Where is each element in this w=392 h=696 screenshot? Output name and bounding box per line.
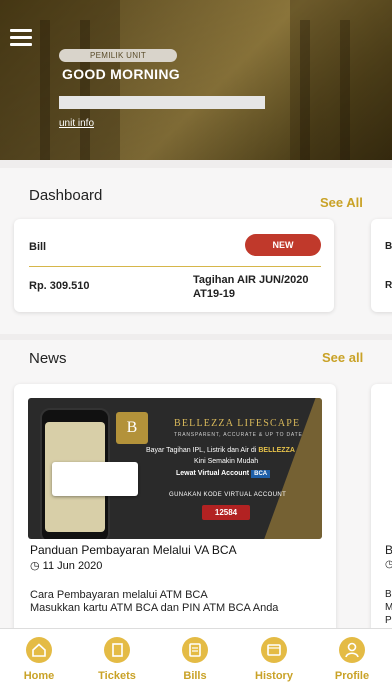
history-icon	[261, 637, 287, 663]
app-root: PEMILIK UNIT GOOD MORNING unit info Dash…	[0, 0, 392, 696]
owner-badge: PEMILIK UNIT	[59, 49, 177, 62]
excerpt-line-2: Masukkan kartu ATM BCA dan PIN ATM BCA A…	[30, 602, 279, 614]
bill-card-peek[interactable]: B R	[371, 219, 392, 312]
nav-home[interactable]: Home	[9, 637, 69, 682]
profile-icon	[339, 637, 365, 663]
mini-bill-card	[52, 462, 138, 496]
image-line-1-prefix: Bayar Tagihan IPL, Listrik dan Air di	[146, 447, 257, 454]
virtual-account-code: 12584	[202, 505, 250, 520]
peek-line-3: P	[385, 615, 392, 626]
image-line-1-brand: BELLEZZA	[258, 447, 295, 454]
peek-label: B	[385, 241, 392, 252]
peek-amount: R	[385, 280, 392, 291]
news-article-excerpt: Cara Pembayaran melalui ATM BCA Masukkan…	[30, 589, 320, 615]
dashboard-see-all-link[interactable]: See All	[320, 195, 363, 210]
news-title: News	[29, 350, 67, 367]
nav-profile[interactable]: Profile	[322, 637, 382, 682]
hero-overlay	[0, 0, 392, 160]
news-image: B BELLEZZA LIFESCAPE TRANSPARENT, ACCURA…	[28, 398, 322, 539]
news-see-all-link[interactable]: See all	[322, 350, 363, 365]
bellezza-logo-icon: B	[116, 412, 148, 444]
card-divider	[29, 266, 321, 267]
bca-logo-icon: BCA	[251, 470, 271, 478]
nav-tickets[interactable]: Tickets	[87, 637, 147, 682]
peek-news-title: B	[385, 543, 392, 557]
peek-clock-icon: ◷	[385, 559, 392, 570]
hamburger-menu-icon[interactable]	[10, 29, 32, 47]
news-section: B BELLEZZA LIFESCAPE TRANSPARENT, ACCURA…	[0, 340, 392, 664]
unit-info-link[interactable]: unit info	[59, 118, 94, 129]
nav-bills-label: Bills	[183, 670, 207, 682]
image-line-3: Lewat Virtual Account BCA	[176, 470, 271, 478]
image-subheading: TRANSPARENT, ACCURATE & UP TO DATE	[174, 432, 303, 438]
user-name-placeholder	[59, 96, 265, 109]
bottom-navigation: Home Tickets Bills History Profile	[0, 628, 392, 696]
greeting-text: GOOD MORNING	[62, 66, 180, 82]
home-icon	[26, 637, 52, 663]
bill-description: Tagihan AIR JUN/2020 AT19-19	[193, 274, 309, 300]
image-line-3-text: Lewat Virtual Account	[176, 470, 250, 477]
news-card-peek[interactable]: B ◷ B M P	[371, 384, 392, 664]
nav-history[interactable]: History	[244, 637, 304, 682]
ticket-icon	[104, 637, 130, 663]
new-status-badge[interactable]: NEW	[245, 234, 321, 256]
hero-banner: PEMILIK UNIT GOOD MORNING unit info	[0, 0, 392, 160]
peek-line-2: M	[385, 602, 392, 613]
bill-card[interactable]: Bill NEW Rp. 309.510 Tagihan AIR JUN/202…	[14, 219, 334, 312]
bill-amount: Rp. 309.510	[29, 280, 90, 292]
nav-bills[interactable]: Bills	[165, 637, 225, 682]
dashboard-title: Dashboard	[29, 187, 103, 204]
clock-icon: ◷	[30, 560, 40, 572]
nav-tickets-label: Tickets	[98, 670, 136, 682]
news-article-date-row: ◷ 11 Jun 2020	[30, 559, 102, 572]
bills-icon	[182, 637, 208, 663]
bill-label: Bill	[29, 241, 47, 253]
dashboard-section: Dashboard See All Bill NEW Rp. 309.510 T…	[0, 168, 392, 334]
nav-profile-label: Profile	[334, 670, 370, 682]
nav-home-label: Home	[23, 670, 55, 682]
image-line-1: Bayar Tagihan IPL, Listrik dan Air di BE…	[146, 447, 295, 454]
nav-history-label: History	[255, 670, 293, 682]
news-article-title: Panduan Pembayaran Melalui VA BCA	[30, 543, 237, 557]
excerpt-line-1: Cara Pembayaran melalui ATM BCA	[30, 589, 208, 601]
image-line-4: GUNAKAN KODE VIRTUAL ACCOUNT	[169, 492, 287, 498]
news-article-date: 11 Jun 2020	[42, 560, 103, 572]
peek-line-1: B	[385, 589, 392, 600]
image-heading: BELLEZZA LIFESCAPE	[174, 418, 301, 429]
news-card[interactable]: B BELLEZZA LIFESCAPE TRANSPARENT, ACCURA…	[14, 384, 336, 664]
image-line-2: Kini Semakin Mudah	[194, 458, 259, 465]
